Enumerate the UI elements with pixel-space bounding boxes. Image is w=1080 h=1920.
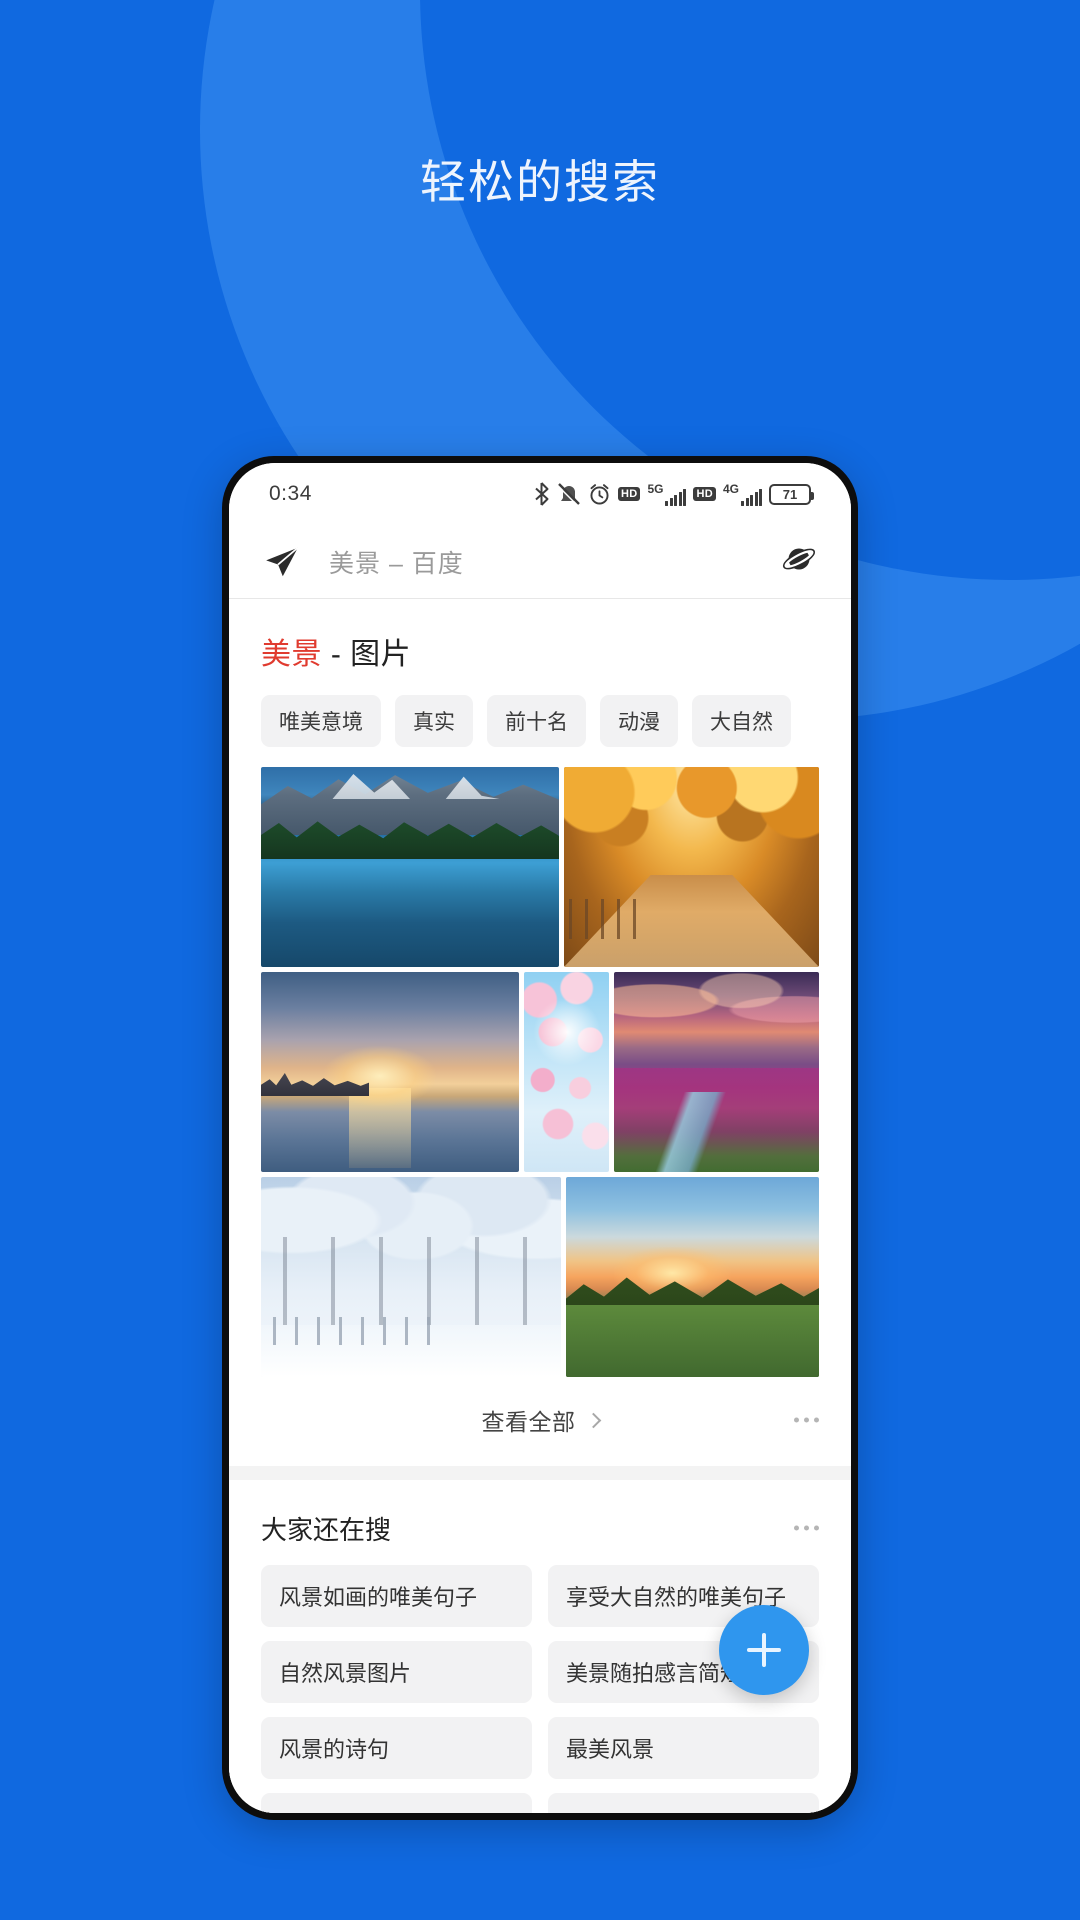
result-category: 图片 bbox=[350, 638, 412, 671]
view-all-label: 查看全部 bbox=[481, 1409, 576, 1435]
toolbar-right bbox=[781, 541, 817, 582]
filter-chip-row[interactable]: 唯美意境 真实 前十名 动漫 大自然 bbox=[229, 695, 851, 767]
related-search-item[interactable]: 自然风景 bbox=[548, 1793, 819, 1813]
more-dots-icon[interactable] bbox=[794, 1417, 819, 1423]
bluetooth-icon bbox=[535, 482, 549, 506]
filter-chip[interactable]: 前十名 bbox=[487, 695, 586, 747]
mountain-lake-photo[interactable] bbox=[261, 767, 559, 967]
related-search-item[interactable]: 美景图片 bbox=[261, 1793, 532, 1813]
dusk-meadow-photo[interactable] bbox=[566, 1177, 819, 1377]
result-keyword: 美景 bbox=[261, 638, 322, 671]
web-page-content[interactable]: 美景 - 图片 唯美意境 真实 前十名 动漫 大自然 查看全部 大家还在搜 风景… bbox=[229, 599, 851, 1813]
add-floating-action-button[interactable] bbox=[719, 1605, 809, 1695]
network-type-label-5g: 5G bbox=[647, 481, 664, 496]
browser-title[interactable]: 美景 – 百度 bbox=[329, 544, 464, 580]
view-all-button[interactable]: 查看全部 bbox=[481, 1403, 601, 1437]
sunset-coast-photo[interactable] bbox=[261, 972, 519, 1172]
image-mosaic-row bbox=[261, 972, 819, 1172]
filter-chip[interactable]: 动漫 bbox=[600, 695, 678, 747]
hd-icon-secondary: HD bbox=[693, 486, 716, 502]
purple-field-photo[interactable] bbox=[614, 972, 819, 1172]
battery-icon: 71 bbox=[769, 483, 814, 505]
plus-icon bbox=[747, 1633, 781, 1667]
related-search-item[interactable]: 风景的诗句 bbox=[261, 1717, 532, 1779]
more-dots-icon[interactable] bbox=[794, 1525, 819, 1531]
chevron-right-icon bbox=[585, 1412, 601, 1428]
planet-icon[interactable] bbox=[781, 541, 817, 577]
cherry-blossom-photo[interactable] bbox=[524, 972, 609, 1172]
view-all-row: 查看全部 bbox=[229, 1382, 851, 1458]
battery-level-label: 71 bbox=[782, 486, 798, 502]
image-mosaic-row bbox=[261, 1177, 819, 1377]
result-title: 美景 - 图片 bbox=[229, 599, 851, 695]
filter-chip[interactable]: 唯美意境 bbox=[261, 695, 381, 747]
status-bar-time: 0:34 bbox=[269, 482, 312, 505]
page-title: 轻松的搜索 bbox=[420, 156, 660, 208]
network-type-label-4g: 4G bbox=[722, 481, 739, 496]
signal-bars-5g bbox=[665, 488, 687, 506]
phone-screen: 0:34 HD 5G HD 4G 71 美景 – 百度 美景 - 图片 唯美意境… bbox=[229, 463, 851, 1813]
related-search-item[interactable]: 自然风景图片 bbox=[261, 1641, 532, 1703]
mute-vibrate-icon bbox=[558, 483, 580, 506]
related-search-item[interactable]: 风景如画的唯美句子 bbox=[261, 1565, 532, 1627]
browser-toolbar: 美景 – 百度 bbox=[229, 525, 851, 599]
filter-chip[interactable]: 大自然 bbox=[692, 695, 791, 747]
filter-chip[interactable]: 真实 bbox=[395, 695, 473, 747]
phone-mockup: 0:34 HD 5G HD 4G 71 美景 – 百度 美景 - 图片 唯美意境… bbox=[222, 456, 858, 1820]
status-bar-icons: HD 5G HD 4G 71 bbox=[533, 481, 814, 506]
result-separator: - bbox=[322, 638, 351, 671]
image-mosaic[interactable] bbox=[229, 767, 851, 1377]
image-result-card: 美景 - 图片 唯美意境 真实 前十名 动漫 大自然 查看全部 bbox=[229, 599, 851, 1466]
4g-signal-icon: 4G bbox=[723, 483, 762, 506]
snow-forest-photo[interactable] bbox=[261, 1177, 561, 1377]
related-searches-title: 大家还在搜 bbox=[261, 1515, 392, 1545]
related-searches-header: 大家还在搜 bbox=[229, 1480, 851, 1565]
5g-signal-icon: 5G bbox=[647, 481, 687, 506]
autumn-path-photo[interactable] bbox=[564, 767, 819, 967]
status-bar: 0:34 HD 5G HD 4G 71 bbox=[229, 463, 851, 525]
image-mosaic-row bbox=[261, 767, 819, 967]
send-paper-plane-icon[interactable] bbox=[263, 543, 301, 581]
signal-bars-4g bbox=[741, 488, 762, 506]
alarm-icon bbox=[590, 483, 609, 504]
related-search-item[interactable]: 最美风景 bbox=[548, 1717, 819, 1779]
hd-icon: HD bbox=[617, 486, 641, 502]
